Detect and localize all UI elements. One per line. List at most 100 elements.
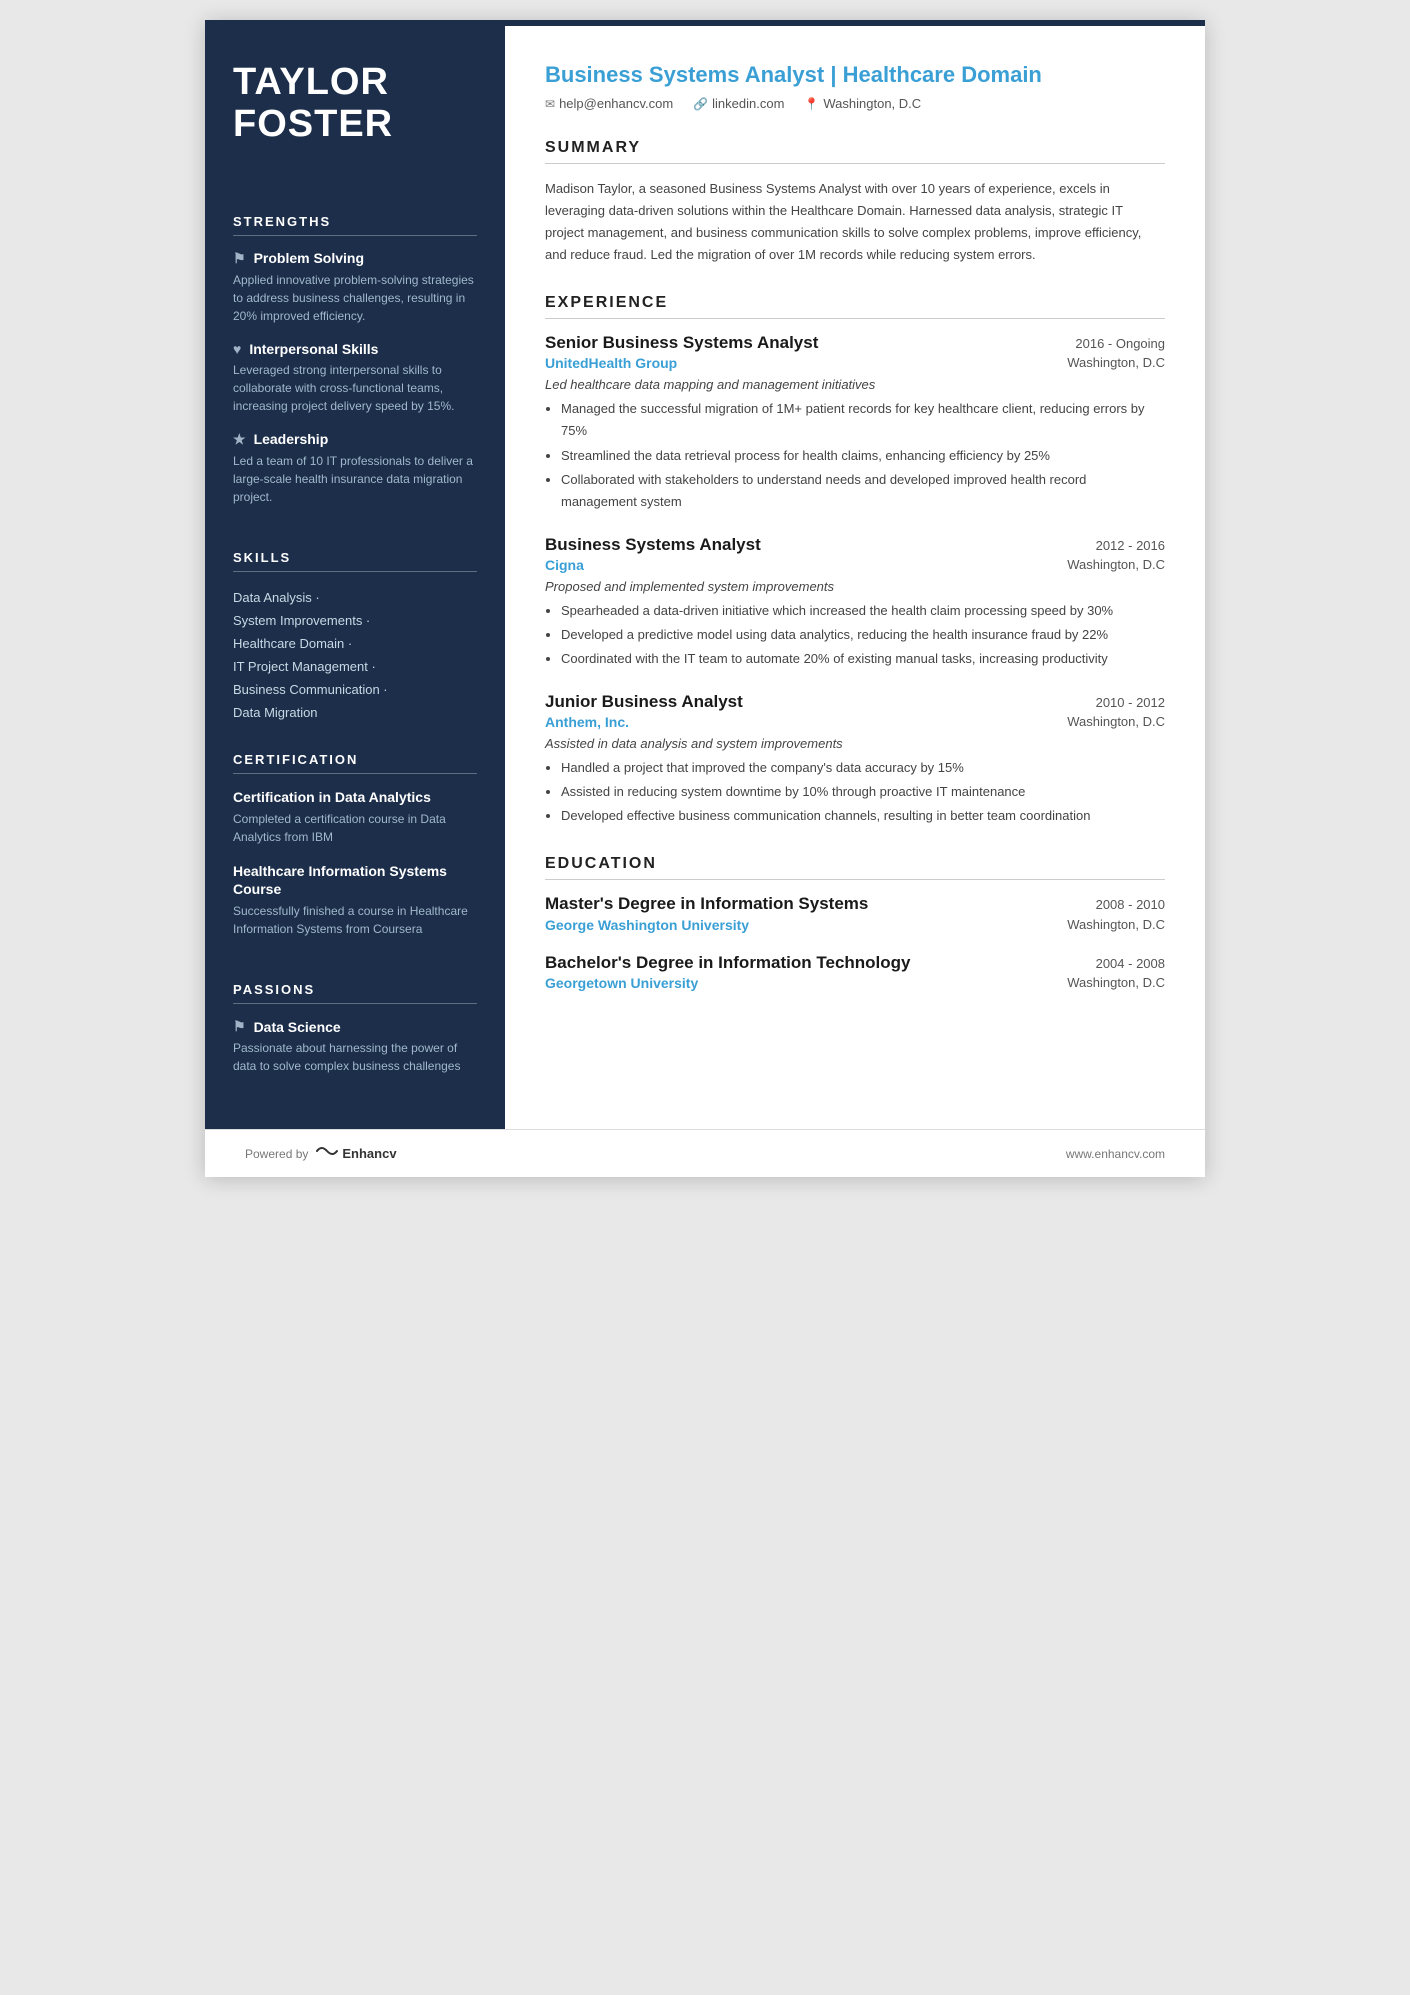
skill-4: IT Project Management · <box>233 655 477 678</box>
edu-school-row-1: George Washington University Washington,… <box>545 917 1165 933</box>
skill-1: Data Analysis · <box>233 586 477 609</box>
cert-desc-2: Successfully finished a course in Health… <box>233 902 477 938</box>
bullet-3-2: Assisted in reducing system downtime by … <box>561 781 1165 803</box>
strength-item-1: ⚑ Problem Solving Applied innovative pro… <box>233 250 477 325</box>
exp-header-1: Senior Business Systems Analyst 2016 - O… <box>545 333 1165 353</box>
contact-row: ✉ help@enhancv.com 🔗 linkedin.com 📍 Wash… <box>545 96 1165 111</box>
skill-5: Business Communication · <box>233 678 477 701</box>
cert-title-1: Certification in Data Analytics <box>233 788 477 806</box>
name-line2: FOSTER <box>233 103 393 145</box>
edu-school-2: Georgetown University <box>545 975 698 991</box>
summary-section-title: SUMMARY <box>545 139 1165 164</box>
strength-item-2: ♥ Interpersonal Skills Leveraged strong … <box>233 341 477 415</box>
strength-item-3: ★ Leadership Led a team of 10 IT profess… <box>233 431 477 506</box>
exp-role-3: Junior Business Analyst <box>545 692 743 712</box>
passion-title-row-1: ⚑ Data Science <box>233 1018 477 1035</box>
sidebar: TAYLOR FOSTER STRENGTHS ⚑ Problem Solvin… <box>205 26 505 1129</box>
flag-icon-1: ⚑ <box>233 250 246 267</box>
bullet-1-1: Managed the successful migration of 1M+ … <box>561 398 1165 442</box>
name-line1: TAYLOR <box>233 61 389 103</box>
cert-desc-1: Completed a certification course in Data… <box>233 810 477 846</box>
exp-date-3: 2010 - 2012 <box>1096 695 1165 710</box>
bullet-2-1: Spearheaded a data-driven initiative whi… <box>561 600 1165 622</box>
resume-wrapper: TAYLOR FOSTER STRENGTHS ⚑ Problem Solvin… <box>205 20 1205 1177</box>
resume-body: TAYLOR FOSTER STRENGTHS ⚑ Problem Solvin… <box>205 26 1205 1129</box>
exp-date-2: 2012 - 2016 <box>1096 538 1165 553</box>
exp-header-2: Business Systems Analyst 2012 - 2016 <box>545 535 1165 555</box>
email-icon: ✉ <box>545 97 555 111</box>
location-icon: 📍 <box>804 97 819 111</box>
exp-role-1: Senior Business Systems Analyst <box>545 333 818 353</box>
exp-bullets-2: Spearheaded a data-driven initiative whi… <box>545 600 1165 670</box>
cert-title-2: Healthcare Information Systems Course <box>233 862 477 898</box>
bullet-1-2: Streamlined the data retrieval process f… <box>561 445 1165 467</box>
contact-location: 📍 Washington, D.C <box>804 96 921 111</box>
edu-header-2: Bachelor's Degree in Information Technol… <box>545 953 1165 973</box>
exp-company-row-1: UnitedHealth Group Washington, D.C <box>545 355 1165 371</box>
footer-left: Powered by Enhancv <box>245 1144 397 1163</box>
contact-email: ✉ help@enhancv.com <box>545 96 673 111</box>
exp-bullets-3: Handled a project that improved the comp… <box>545 757 1165 827</box>
powered-by-text: Powered by <box>245 1147 308 1161</box>
edu-degree-1: Master's Degree in Information Systems <box>545 894 868 914</box>
education-section-title: EDUCATION <box>545 855 1165 880</box>
exp-company-row-2: Cigna Washington, D.C <box>545 557 1165 573</box>
edu-school-row-2: Georgetown University Washington, D.C <box>545 975 1165 991</box>
link-icon: 🔗 <box>693 97 708 111</box>
exp-intro-2: Proposed and implemented system improvem… <box>545 579 1165 594</box>
enhancv-logo-icon <box>316 1144 338 1163</box>
strength-title-3: ★ Leadership <box>233 431 477 448</box>
edu-location-2: Washington, D.C <box>1067 975 1165 991</box>
exp-date-1: 2016 - Ongoing <box>1075 336 1165 351</box>
edu-item-2: Bachelor's Degree in Information Technol… <box>545 953 1165 991</box>
exp-location-3: Washington, D.C <box>1067 714 1165 730</box>
exp-item-3: Junior Business Analyst 2010 - 2012 Anth… <box>545 692 1165 827</box>
bullet-1-3: Collaborated with stakeholders to unders… <box>561 469 1165 513</box>
strengths-section-title: STRENGTHS <box>233 214 477 236</box>
skill-2: System Improvements · <box>233 609 477 632</box>
footer: Powered by Enhancv www.enhancv.com <box>205 1129 1205 1177</box>
passion-item-1: ⚑ Data Science Passionate about harnessi… <box>233 1018 477 1075</box>
strength-title-2: ♥ Interpersonal Skills <box>233 341 477 357</box>
edu-school-1: George Washington University <box>545 917 749 933</box>
edu-date-1: 2008 - 2010 <box>1096 897 1165 912</box>
exp-location-1: Washington, D.C <box>1067 355 1165 371</box>
strength-desc-2: Leveraged strong interpersonal skills to… <box>233 361 477 415</box>
cert-item-1: Certification in Data Analytics Complete… <box>233 788 477 846</box>
exp-item-1: Senior Business Systems Analyst 2016 - O… <box>545 333 1165 512</box>
main-header: Business Systems Analyst | Healthcare Do… <box>545 62 1165 111</box>
skill-6: Data Migration <box>233 701 477 724</box>
exp-company-2: Cigna <box>545 557 584 573</box>
main-content: Business Systems Analyst | Healthcare Do… <box>505 26 1205 1129</box>
job-title: Business Systems Analyst | Healthcare Do… <box>545 62 1165 88</box>
bullet-3-1: Handled a project that improved the comp… <box>561 757 1165 779</box>
passion-desc-1: Passionate about harnessing the power of… <box>233 1039 477 1075</box>
exp-item-2: Business Systems Analyst 2012 - 2016 Cig… <box>545 535 1165 670</box>
flag-icon-passion: ⚑ <box>233 1018 246 1035</box>
edu-degree-2: Bachelor's Degree in Information Technol… <box>545 953 911 973</box>
cert-item-2: Healthcare Information Systems Course Su… <box>233 862 477 938</box>
skill-3: Healthcare Domain · <box>233 632 477 655</box>
strength-desc-1: Applied innovative problem-solving strat… <box>233 271 477 325</box>
cert-section-title: CERTIFICATION <box>233 752 477 774</box>
bullet-2-2: Developed a predictive model using data … <box>561 624 1165 646</box>
exp-location-2: Washington, D.C <box>1067 557 1165 573</box>
heart-icon: ♥ <box>233 341 241 357</box>
candidate-name: TAYLOR FOSTER <box>233 62 477 146</box>
exp-intro-1: Led healthcare data mapping and manageme… <box>545 377 1165 392</box>
edu-location-1: Washington, D.C <box>1067 917 1165 933</box>
bullet-2-3: Coordinated with the IT team to automate… <box>561 648 1165 670</box>
edu-header-1: Master's Degree in Information Systems 2… <box>545 894 1165 914</box>
skills-section-title: SKILLS <box>233 550 477 572</box>
exp-header-3: Junior Business Analyst 2010 - 2012 <box>545 692 1165 712</box>
exp-role-2: Business Systems Analyst <box>545 535 761 555</box>
strength-title-1: ⚑ Problem Solving <box>233 250 477 267</box>
exp-bullets-1: Managed the successful migration of 1M+ … <box>545 398 1165 512</box>
strength-desc-3: Led a team of 10 IT professionals to del… <box>233 452 477 506</box>
contact-linkedin: 🔗 linkedin.com <box>693 96 784 111</box>
exp-company-1: UnitedHealth Group <box>545 355 677 371</box>
exp-company-row-3: Anthem, Inc. Washington, D.C <box>545 714 1165 730</box>
passions-section-title: PASSIONS <box>233 982 477 1004</box>
edu-date-2: 2004 - 2008 <box>1096 956 1165 971</box>
summary-text: Madison Taylor, a seasoned Business Syst… <box>545 178 1165 266</box>
